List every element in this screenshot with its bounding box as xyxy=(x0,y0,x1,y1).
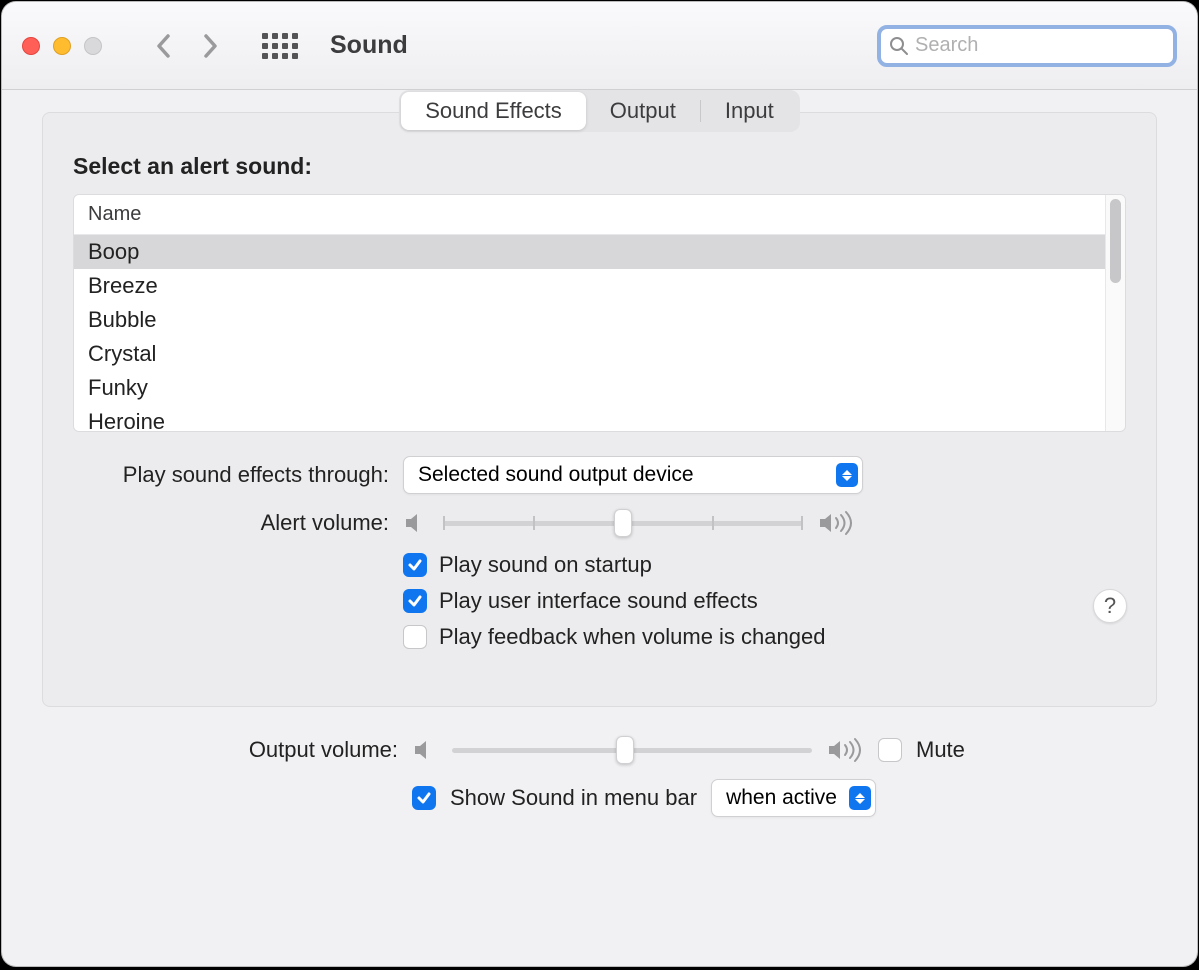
output-volume-slider[interactable] xyxy=(452,738,812,762)
list-item[interactable]: Bubble xyxy=(74,303,1105,337)
speaker-high-icon xyxy=(817,510,855,536)
startup-sound-label: Play sound on startup xyxy=(439,552,652,578)
ui-sounds-checkbox[interactable] xyxy=(403,589,427,613)
search-field-wrap[interactable] xyxy=(877,25,1177,67)
search-input[interactable] xyxy=(915,34,1165,57)
alert-sound-heading: Select an alert sound: xyxy=(73,153,1126,180)
help-icon: ? xyxy=(1104,593,1116,619)
speaker-low-icon xyxy=(403,510,429,536)
back-button[interactable] xyxy=(150,32,178,60)
list-item[interactable]: Crystal xyxy=(74,337,1105,371)
menubar-mode-value: when active xyxy=(726,786,837,810)
close-window-button[interactable] xyxy=(22,37,40,55)
menubar-label: Show Sound in menu bar xyxy=(450,785,697,811)
forward-button[interactable] xyxy=(196,32,224,60)
list-item[interactable]: Heroine xyxy=(74,405,1105,431)
feedback-label: Play feedback when volume is changed xyxy=(439,624,825,650)
show-all-icon[interactable] xyxy=(262,33,298,59)
speaker-high-icon xyxy=(826,737,864,763)
scrollbar-thumb[interactable] xyxy=(1110,199,1121,283)
alert-volume-label: Alert volume: xyxy=(73,510,403,536)
pane-title: Sound xyxy=(330,31,408,60)
tab-bar: Sound Effects Output Input xyxy=(42,90,1157,132)
play-through-value: Selected sound output device xyxy=(418,463,824,487)
search-icon xyxy=(889,36,909,56)
list-item[interactable]: Boop xyxy=(74,235,1105,269)
feedback-checkbox[interactable] xyxy=(403,625,427,649)
table-header-row: Name xyxy=(74,195,1105,235)
popup-stepper-icon xyxy=(849,786,871,810)
speaker-low-icon xyxy=(412,737,438,763)
window-controls xyxy=(22,37,102,55)
tab-output[interactable]: Output xyxy=(586,92,700,130)
mute-label: Mute xyxy=(916,737,965,763)
help-button[interactable]: ? xyxy=(1093,589,1127,623)
play-through-label: Play sound effects through: xyxy=(73,462,403,488)
zoom-window-button xyxy=(84,37,102,55)
tab-input[interactable]: Input xyxy=(701,92,798,130)
alert-sounds-list[interactable]: Boop Breeze Bubble Crystal Funky Heroine xyxy=(74,235,1105,431)
output-volume-label: Output volume: xyxy=(82,737,412,763)
titlebar: Sound xyxy=(2,2,1197,90)
popup-stepper-icon xyxy=(836,463,858,487)
menubar-mode-popup[interactable]: when active xyxy=(711,779,876,817)
alert-sounds-table: Name Boop Breeze Bubble Crystal Funky He… xyxy=(73,194,1126,432)
minimize-window-button[interactable] xyxy=(53,37,71,55)
table-scrollbar[interactable] xyxy=(1105,195,1125,431)
play-through-popup[interactable]: Selected sound output device xyxy=(403,456,863,494)
alert-volume-slider[interactable] xyxy=(443,511,803,535)
column-header-name[interactable]: Name xyxy=(74,195,155,234)
sound-effects-panel: Select an alert sound: Name Boop Breeze … xyxy=(42,112,1157,707)
startup-sound-checkbox[interactable] xyxy=(403,553,427,577)
mute-checkbox[interactable] xyxy=(878,738,902,762)
ui-sounds-label: Play user interface sound effects xyxy=(439,588,758,614)
list-item[interactable]: Breeze xyxy=(74,269,1105,303)
list-item[interactable]: Funky xyxy=(74,371,1105,405)
tab-sound-effects[interactable]: Sound Effects xyxy=(401,92,586,130)
menubar-checkbox[interactable] xyxy=(412,786,436,810)
sound-preferences-window: Sound Sound Effects Output Input Select … xyxy=(2,2,1197,966)
